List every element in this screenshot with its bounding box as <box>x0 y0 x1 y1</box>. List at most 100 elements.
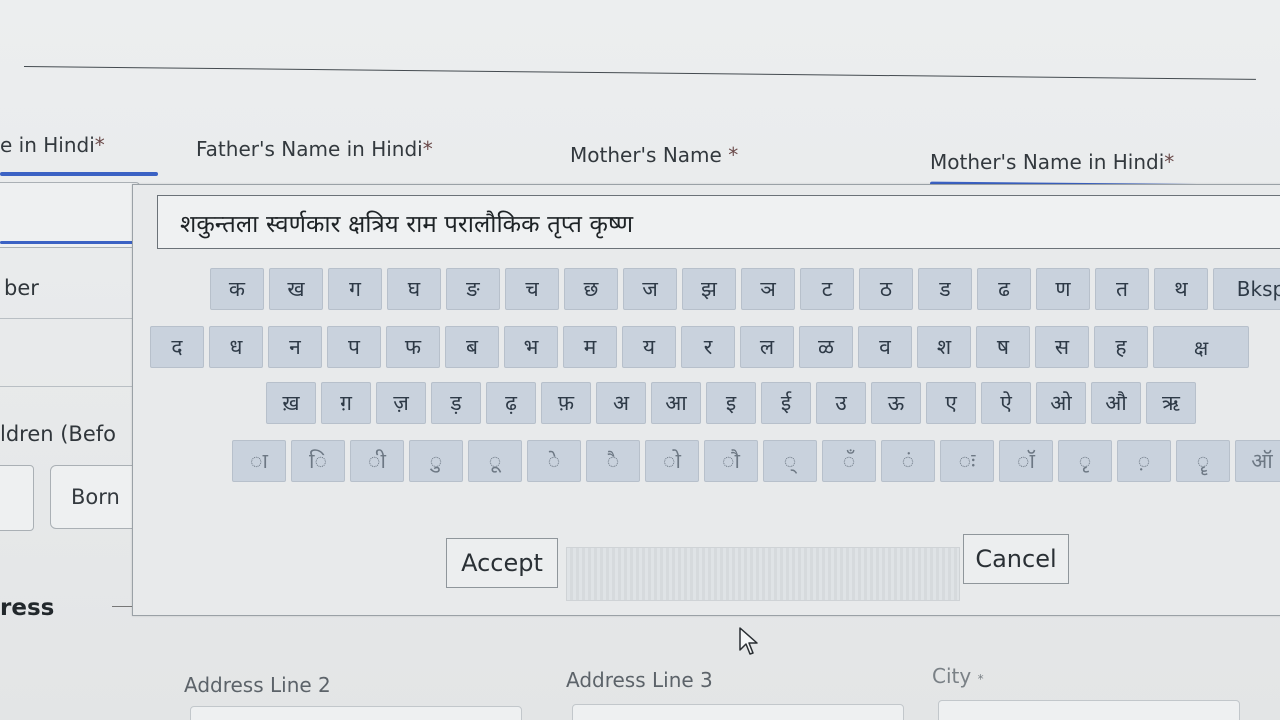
accept-button[interactable]: Accept <box>446 538 558 588</box>
key-1-3[interactable]: प <box>327 326 381 368</box>
key-1-11[interactable]: ळ <box>799 326 853 368</box>
key-0-11[interactable]: ठ <box>859 268 913 310</box>
key-1-9[interactable]: र <box>681 326 735 368</box>
key-2-13[interactable]: ऐ <box>981 382 1031 424</box>
key-3-9[interactable]: ◌् <box>763 440 817 482</box>
key-0-0[interactable]: क <box>210 268 264 310</box>
key-3-2[interactable]: ◌ी <box>350 440 404 482</box>
key-2-5[interactable]: फ़ <box>541 382 591 424</box>
key-3-7[interactable]: ◌ो <box>645 440 699 482</box>
key-1-16[interactable]: ह <box>1094 326 1148 368</box>
key-1-6[interactable]: भ <box>504 326 558 368</box>
key-0-6[interactable]: छ <box>564 268 618 310</box>
key-3-1[interactable]: ◌ि <box>291 440 345 482</box>
key-0-3[interactable]: घ <box>387 268 441 310</box>
number-field-bottom-line <box>0 386 138 387</box>
keyboard-row-consonants-2: द ध न प फ ब भ म य र ल ळ व श ष स ह क्ष <box>150 326 1249 368</box>
key-0-10[interactable]: ट <box>800 268 854 310</box>
key-3-8[interactable]: ◌ौ <box>704 440 758 482</box>
address-line-2-label: Address Line 2 <box>184 673 331 697</box>
cancel-button-label: Cancel <box>975 545 1057 573</box>
address-line-2-input[interactable] <box>190 706 522 720</box>
key-3-12[interactable]: ◌ः <box>940 440 994 482</box>
key-3-4[interactable]: ◌ू <box>468 440 522 482</box>
key-0-17[interactable]: Bksp <box>1213 268 1280 310</box>
key-1-2[interactable]: न <box>268 326 322 368</box>
key-3-16[interactable]: ◌ॄ <box>1176 440 1230 482</box>
key-3-13[interactable]: ◌ॉ <box>999 440 1053 482</box>
address-line-3-label: Address Line 3 <box>566 668 713 692</box>
address-line-3-input[interactable] <box>572 704 904 720</box>
section-divider <box>23 66 1256 80</box>
key-1-0[interactable]: द <box>150 326 204 368</box>
key-2-0[interactable]: ख़ <box>266 382 316 424</box>
key-0-8[interactable]: झ <box>682 268 736 310</box>
keyboard-row-consonants-1: क ख ग घ ङ च छ ज झ ञ ट ठ ड ढ ण त थ Bksp <box>210 268 1280 310</box>
key-0-13[interactable]: ढ <box>977 268 1031 310</box>
key-0-2[interactable]: ग <box>328 268 382 310</box>
key-1-15[interactable]: स <box>1035 326 1089 368</box>
city-label: City * <box>932 664 984 688</box>
name-input-underline <box>0 241 138 244</box>
keyboard-space-bar[interactable] <box>566 547 960 601</box>
key-1-12[interactable]: व <box>858 326 912 368</box>
key-2-9[interactable]: ई <box>761 382 811 424</box>
keyboard-text-field[interactable]: शकुन्तला स्वर्णकार क्षत्रिय राम परालौकिक… <box>157 195 1280 249</box>
key-0-14[interactable]: ण <box>1036 268 1090 310</box>
key-2-4[interactable]: ढ़ <box>486 382 536 424</box>
key-3-17[interactable]: ऑ <box>1235 440 1280 482</box>
key-0-5[interactable]: च <box>505 268 559 310</box>
key-0-7[interactable]: ज <box>623 268 677 310</box>
name-in-hindi-input[interactable] <box>0 182 140 248</box>
key-2-7[interactable]: आ <box>651 382 701 424</box>
key-2-15[interactable]: औ <box>1091 382 1141 424</box>
key-1-1[interactable]: ध <box>209 326 263 368</box>
key-1-17[interactable]: क्ष <box>1153 326 1249 368</box>
key-2-1[interactable]: ग़ <box>321 382 371 424</box>
key-1-7[interactable]: म <box>563 326 617 368</box>
key-0-9[interactable]: ञ <box>741 268 795 310</box>
key-0-15[interactable]: त <box>1095 268 1149 310</box>
key-3-5[interactable]: ◌े <box>527 440 581 482</box>
fathers-name-hindi-label: Father's Name in Hindi* <box>196 137 433 161</box>
key-0-1[interactable]: ख <box>269 268 323 310</box>
born-option-label: Born <box>71 485 120 509</box>
key-2-14[interactable]: ओ <box>1036 382 1086 424</box>
key-3-15[interactable]: ◌़ <box>1117 440 1171 482</box>
mothers-name-hindi-label: Mother's Name in Hindi* <box>930 150 1175 174</box>
key-1-10[interactable]: ल <box>740 326 794 368</box>
key-1-5[interactable]: ब <box>445 326 499 368</box>
city-input[interactable] <box>938 700 1240 720</box>
key-2-12[interactable]: ए <box>926 382 976 424</box>
key-0-12[interactable]: ड <box>918 268 972 310</box>
key-3-11[interactable]: ◌ं <box>881 440 935 482</box>
registration-form-page: e in Hindi* Father's Name in Hindi* Moth… <box>0 0 1280 720</box>
cancel-button[interactable]: Cancel <box>963 534 1069 584</box>
children-option-box[interactable] <box>0 465 34 531</box>
key-2-6[interactable]: अ <box>596 382 646 424</box>
key-0-16[interactable]: थ <box>1154 268 1208 310</box>
key-2-3[interactable]: ड़ <box>431 382 481 424</box>
key-3-6[interactable]: ◌ै <box>586 440 640 482</box>
key-2-2[interactable]: ज़ <box>376 382 426 424</box>
key-2-8[interactable]: इ <box>706 382 756 424</box>
key-3-0[interactable]: ◌ा <box>232 440 286 482</box>
key-3-3[interactable]: ◌ु <box>409 440 463 482</box>
key-1-4[interactable]: फ <box>386 326 440 368</box>
key-0-4[interactable]: ङ <box>446 268 500 310</box>
accept-button-label: Accept <box>461 549 543 577</box>
key-2-10[interactable]: उ <box>816 382 866 424</box>
mothers-name-label: Mother's Name * <box>570 143 739 167</box>
number-label: ber <box>4 276 39 300</box>
key-2-11[interactable]: ऊ <box>871 382 921 424</box>
key-1-8[interactable]: य <box>622 326 676 368</box>
born-option-button[interactable]: Born <box>50 465 140 529</box>
number-field-line <box>0 318 138 319</box>
key-1-13[interactable]: श <box>917 326 971 368</box>
key-3-10[interactable]: ◌ँ <box>822 440 876 482</box>
key-2-16[interactable]: ऋ <box>1146 382 1196 424</box>
key-1-14[interactable]: ष <box>976 326 1030 368</box>
key-3-14[interactable]: ◌ृ <box>1058 440 1112 482</box>
address-section-title: ress <box>0 595 55 621</box>
children-label: ldren (Befo <box>0 422 117 446</box>
